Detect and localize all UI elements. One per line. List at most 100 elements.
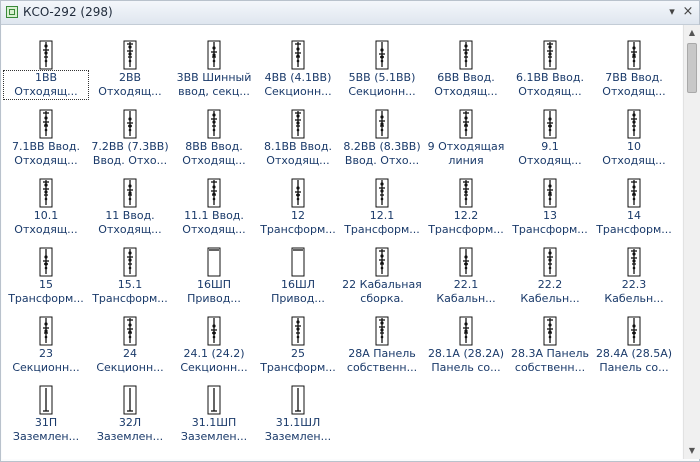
shape-label-line2: Привод...	[187, 292, 241, 305]
shape-label-line2: Секционн...	[12, 361, 80, 374]
shape-item[interactable]: 22.2 Кабельн...	[508, 242, 592, 306]
cabinet-schematic-icon	[291, 316, 305, 346]
shape-label-line1: 28.4А (28.5А)	[595, 347, 673, 360]
shape-item[interactable]: 14 Трансформ...	[592, 173, 676, 237]
shape-label-line1: 11.1 Ввод.	[184, 209, 244, 222]
shape-item[interactable]: 12.2 Трансформ...	[424, 173, 508, 237]
shape-item[interactable]: 25 Трансформ...	[256, 311, 340, 375]
title-bar[interactable]: КСО-292 (298) ▾ ×	[1, 1, 699, 25]
shape-item[interactable]: 28.3А Панель собственн...	[508, 311, 592, 375]
shape-label: 22 Кабальная сборка.	[340, 278, 424, 306]
cabinet-schematic-icon	[291, 247, 305, 277]
shape-item[interactable]: 11 Ввод. Отходящ...	[88, 173, 172, 237]
shape-label-line1: 22.3	[621, 278, 647, 291]
shape-item[interactable]: 4ВВ (4.1ВВ) Секционн...	[256, 35, 340, 99]
dropdown-arrow-icon[interactable]: ▾	[665, 5, 679, 19]
shape-label-line2: Заземлен...	[180, 430, 248, 443]
shape-item[interactable]: 8ВВ Ввод. Отходящ...	[172, 104, 256, 168]
shape-item[interactable]: 9 Отходящая линия	[424, 104, 508, 168]
shape-label-line2: Трансформ...	[260, 361, 336, 374]
shape-item[interactable]: 24 Секционн...	[88, 311, 172, 375]
shape-item[interactable]: 15 Трансформ...	[4, 242, 88, 306]
cabinet-schematic-icon	[207, 40, 221, 70]
shape-item[interactable]: 7.1ВВ Ввод. Отходящ...	[4, 104, 88, 168]
shape-label-line2: Отходящ...	[518, 154, 582, 167]
shape-item[interactable]: 10.1 Отходящ...	[4, 173, 88, 237]
cabinet-schematic-icon	[123, 109, 137, 139]
shape-label-line2: Секционн...	[180, 361, 248, 374]
shape-item[interactable]: 28.1А (28.2А) Панель со...	[424, 311, 508, 375]
shape-label-line2: Заземлен...	[264, 430, 332, 443]
shape-item[interactable]: 24.1 (24.2) Секционн...	[172, 311, 256, 375]
shape-label-line1: 5ВВ (5.1ВВ)	[348, 71, 416, 84]
cabinet-schematic-icon	[123, 247, 137, 277]
shape-label-line2: Ввод. Отхо...	[92, 154, 168, 167]
shape-item[interactable]: 7.2ВВ (7.3ВВ) Ввод. Отхо...	[88, 104, 172, 168]
cabinet-schematic-icon	[543, 316, 557, 346]
shape-label-line2: Трансформ...	[8, 292, 84, 305]
scroll-thumb[interactable]	[687, 43, 697, 93]
shape-item[interactable]: 12.1 Трансформ...	[340, 173, 424, 237]
close-icon[interactable]: ×	[681, 5, 695, 19]
shape-item[interactable]: 28.4А (28.5А) Панель со...	[592, 311, 676, 375]
cabinet-schematic-icon	[207, 316, 221, 346]
cabinet-schematic-icon	[39, 247, 53, 277]
shape-label: 28А Панель собственн...	[340, 347, 424, 375]
shape-item[interactable]: 23 Секционн...	[4, 311, 88, 375]
shape-item[interactable]: 31.1ШЛ Заземлен...	[256, 380, 340, 444]
shape-label-line2: Трансформ...	[92, 292, 168, 305]
shape-label-line1: 31.1ШП	[191, 416, 237, 429]
shape-label-line2: сборка.	[360, 292, 404, 305]
shape-item[interactable]: 9.1 Отходящ...	[508, 104, 592, 168]
shape-label: 15.1 Трансформ...	[88, 278, 172, 306]
shape-label-line2: Кабельн...	[520, 292, 580, 305]
shape-item[interactable]: 31.1ШП Заземлен...	[172, 380, 256, 444]
shape-item[interactable]: 6.1ВВ Ввод. Отходящ...	[508, 35, 592, 99]
shape-label-line1: 3ВВ Шинный	[176, 71, 252, 84]
shape-item[interactable]: 28А Панель собственн...	[340, 311, 424, 375]
shape-label-line1: 23	[39, 347, 53, 360]
shape-item[interactable]: 22.1 Кабальн...	[424, 242, 508, 306]
shape-item[interactable]: 7ВВ Ввод. Отходящ...	[592, 35, 676, 99]
shape-label-line1: 31.1ШЛ	[275, 416, 321, 429]
shape-item[interactable]: 11.1 Ввод. Отходящ...	[172, 173, 256, 237]
cabinet-schematic-icon	[459, 178, 473, 208]
shape-item[interactable]: 10 Отходящ...	[592, 104, 676, 168]
shape-item[interactable]: 32Л Заземлен...	[88, 380, 172, 444]
shape-item[interactable]: 15.1 Трансформ...	[88, 242, 172, 306]
vertical-scrollbar[interactable]: ▲ ▼	[683, 25, 700, 459]
scroll-up-arrow-icon[interactable]: ▲	[684, 25, 700, 41]
shape-label-line2: Ввод. Отхо...	[344, 154, 420, 167]
shape-item[interactable]: 16ШЛ Привод...	[256, 242, 340, 306]
shape-item[interactable]: 8.1ВВ Ввод. Отходящ...	[256, 104, 340, 168]
shape-item[interactable]: 12 Трансформ...	[256, 173, 340, 237]
shape-label: 31.1ШЛ Заземлен...	[256, 416, 340, 444]
shape-item[interactable]: 8.2ВВ (8.3ВВ) Ввод. Отхо...	[340, 104, 424, 168]
shape-label-line1: 31П	[34, 416, 58, 429]
shape-item[interactable]: 22.3 Кабельн...	[592, 242, 676, 306]
shape-label: 12 Трансформ...	[256, 209, 340, 237]
shape-item[interactable]: 6ВВ Ввод. Отходящ...	[424, 35, 508, 99]
cabinet-schematic-icon	[543, 247, 557, 277]
shape-label-line2: Отходящ...	[602, 85, 666, 98]
shape-item[interactable]: 31П Заземлен...	[4, 380, 88, 444]
shape-label-line2: Панель со...	[599, 361, 669, 374]
shape-item[interactable]: 13 Трансформ...	[508, 173, 592, 237]
shape-label: 28.1А (28.2А) Панель со...	[424, 347, 508, 375]
shape-label: 16ШЛ Привод...	[256, 278, 340, 306]
shape-label-line1: 8.2ВВ (8.3ВВ)	[343, 140, 421, 153]
shape-item[interactable]: 1ВВ Отходящ...	[3, 35, 89, 100]
shape-label: 12.2 Трансформ...	[424, 209, 508, 237]
cabinet-schematic-icon	[123, 316, 137, 346]
shape-label: 8ВВ Ввод. Отходящ...	[172, 140, 256, 168]
scroll-down-arrow-icon[interactable]: ▼	[684, 443, 700, 459]
shape-item[interactable]: 22 Кабальная сборка.	[340, 242, 424, 306]
cabinet-schematic-icon	[39, 40, 53, 70]
shape-label-line1: 10.1	[33, 209, 59, 222]
shape-item[interactable]: 16ШП Привод...	[172, 242, 256, 306]
cabinet-schematic-icon	[207, 109, 221, 139]
shape-label: 11.1 Ввод. Отходящ...	[172, 209, 256, 237]
shape-item[interactable]: 2ВВ Отходящ...	[88, 35, 172, 99]
shape-item[interactable]: 5ВВ (5.1ВВ) Секционн...	[340, 35, 424, 99]
shape-item[interactable]: 3ВВ Шинный ввод, секц...	[172, 35, 256, 99]
